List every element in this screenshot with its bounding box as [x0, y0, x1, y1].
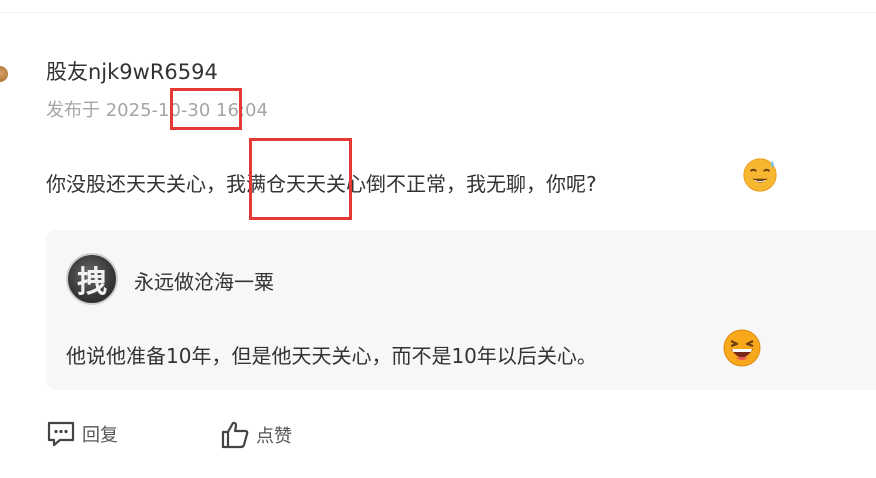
thumbs-up-icon [221, 421, 249, 449]
reply-button[interactable]: 回复 [46, 420, 118, 448]
highlight-date-box [170, 88, 242, 130]
quote-author[interactable]: 永远做沧海一粟 [134, 266, 274, 295]
username[interactable]: 股友njk9wR6594 [46, 56, 218, 86]
top-divider [0, 12, 876, 13]
quote-avatar-char: 拽 [77, 265, 107, 300]
quote-text: 他说他准备10年，但是他天天关心，而不是10年以后关心。 [66, 344, 597, 368]
comment-icon [47, 421, 75, 447]
like-button[interactable]: 点赞 [220, 420, 292, 450]
user-avatar[interactable] [0, 66, 8, 82]
sweat-smile-emoji [743, 158, 777, 192]
reply-label: 回复 [82, 425, 118, 446]
highlight-text-box [249, 138, 352, 220]
laughing-emoji [723, 329, 761, 367]
like-label: 点赞 [256, 426, 292, 447]
quote-avatar[interactable]: 拽 [66, 253, 118, 305]
